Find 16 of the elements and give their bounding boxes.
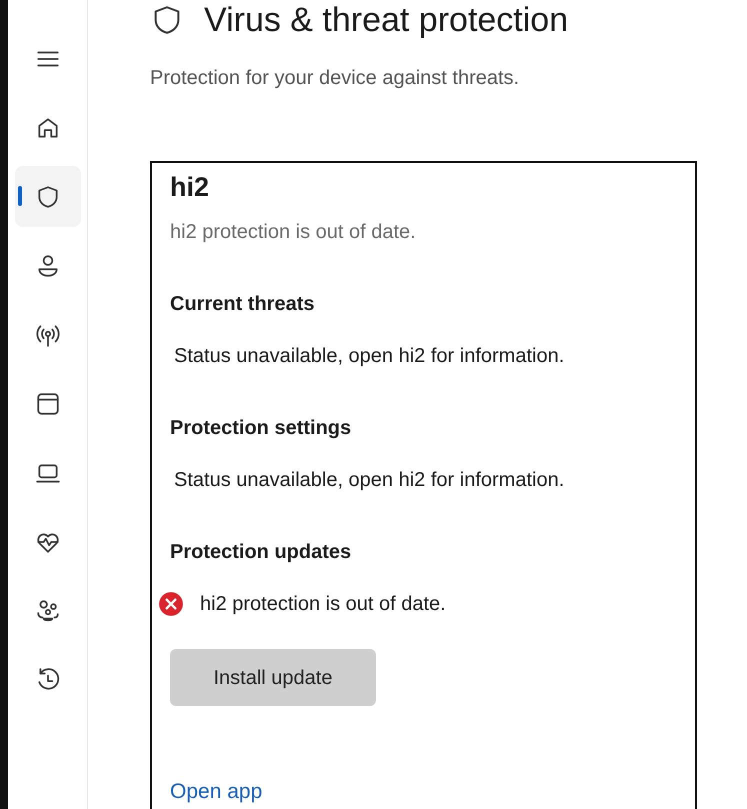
- section-text: hi2 protection is out of date.: [200, 592, 446, 618]
- browser-icon: [34, 390, 60, 416]
- page-title: Virus & threat protection: [204, 0, 568, 41]
- install-update-button[interactable]: Install update: [170, 649, 376, 706]
- provider-name: hi2: [170, 170, 210, 204]
- nav-item[interactable]: [14, 166, 80, 227]
- section-text: Status unavailable, open hi2 for information.: [174, 344, 564, 370]
- provider-summary: hi2 protection is out of date.: [170, 220, 417, 246]
- section-heading: Protection updates: [170, 540, 352, 566]
- error-icon: [158, 591, 184, 618]
- open-app-link[interactable]: Open app: [170, 776, 262, 808]
- page-subtitle: Protection for your device against threats.: [150, 66, 520, 91]
- section-heading: Protection settings: [170, 416, 352, 442]
- family-icon: [34, 598, 60, 624]
- section-text: Status unavailable, open hi2 for information.: [174, 468, 564, 494]
- section-heading: Current threats: [170, 292, 316, 318]
